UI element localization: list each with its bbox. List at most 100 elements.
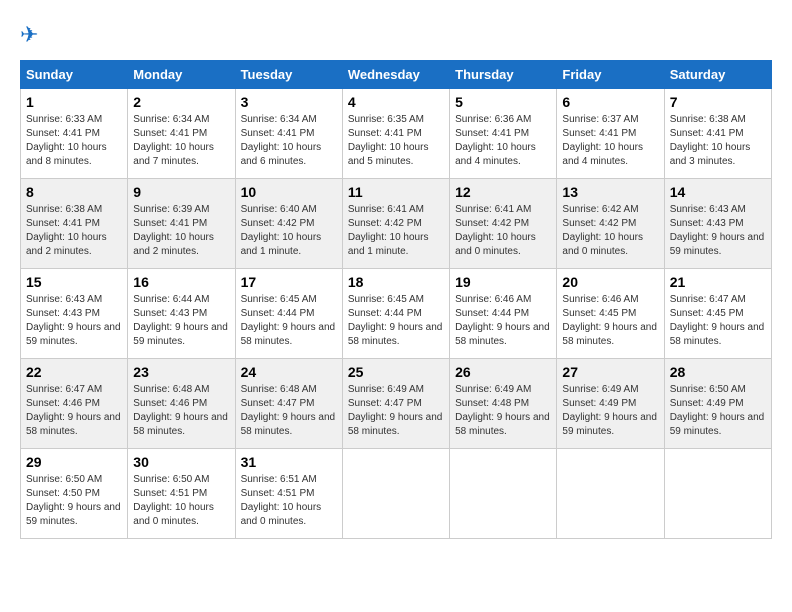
calendar-cell: 22 Sunrise: 6:47 AM Sunset: 4:46 PM Dayl… [21,359,128,449]
calendar-cell: 20 Sunrise: 6:46 AM Sunset: 4:45 PM Dayl… [557,269,664,359]
day-number: 16 [133,274,229,290]
calendar-cell: 30 Sunrise: 6:50 AM Sunset: 4:51 PM Dayl… [128,449,235,539]
day-number: 3 [241,94,337,110]
week-row-2: 8 Sunrise: 6:38 AM Sunset: 4:41 PM Dayli… [21,179,772,269]
calendar-cell: 28 Sunrise: 6:50 AM Sunset: 4:49 PM Dayl… [664,359,771,449]
day-info: Sunrise: 6:35 AM Sunset: 4:41 PM Dayligh… [348,113,444,169]
week-row-3: 15 Sunrise: 6:43 AM Sunset: 4:43 PM Dayl… [21,269,772,359]
day-info: Sunrise: 6:45 AM Sunset: 4:44 PM Dayligh… [241,293,337,349]
logo: ✈ [20,20,54,50]
calendar-cell: 10 Sunrise: 6:40 AM Sunset: 4:42 PM Dayl… [235,179,342,269]
calendar-cell [342,449,449,539]
calendar-cell: 3 Sunrise: 6:34 AM Sunset: 4:41 PM Dayli… [235,89,342,179]
weekday-header-row: SundayMondayTuesdayWednesdayThursdayFrid… [21,61,772,89]
day-info: Sunrise: 6:49 AM Sunset: 4:48 PM Dayligh… [455,383,551,439]
day-info: Sunrise: 6:34 AM Sunset: 4:41 PM Dayligh… [241,113,337,169]
calendar-cell: 13 Sunrise: 6:42 AM Sunset: 4:42 PM Dayl… [557,179,664,269]
day-number: 13 [562,184,658,200]
calendar-cell: 23 Sunrise: 6:48 AM Sunset: 4:46 PM Dayl… [128,359,235,449]
calendar-cell: 17 Sunrise: 6:45 AM Sunset: 4:44 PM Dayl… [235,269,342,359]
day-number: 30 [133,454,229,470]
day-number: 7 [670,94,766,110]
weekday-header-friday: Friday [557,61,664,89]
calendar-cell: 7 Sunrise: 6:38 AM Sunset: 4:41 PM Dayli… [664,89,771,179]
calendar-cell: 27 Sunrise: 6:49 AM Sunset: 4:49 PM Dayl… [557,359,664,449]
weekday-header-wednesday: Wednesday [342,61,449,89]
day-info: Sunrise: 6:48 AM Sunset: 4:46 PM Dayligh… [133,383,229,439]
calendar-cell: 31 Sunrise: 6:51 AM Sunset: 4:51 PM Dayl… [235,449,342,539]
weekday-header-thursday: Thursday [450,61,557,89]
calendar-cell: 26 Sunrise: 6:49 AM Sunset: 4:48 PM Dayl… [450,359,557,449]
weekday-header-tuesday: Tuesday [235,61,342,89]
day-number: 21 [670,274,766,290]
calendar-cell: 24 Sunrise: 6:48 AM Sunset: 4:47 PM Dayl… [235,359,342,449]
day-info: Sunrise: 6:36 AM Sunset: 4:41 PM Dayligh… [455,113,551,169]
day-number: 5 [455,94,551,110]
day-number: 17 [241,274,337,290]
day-info: Sunrise: 6:47 AM Sunset: 4:45 PM Dayligh… [670,293,766,349]
week-row-4: 22 Sunrise: 6:47 AM Sunset: 4:46 PM Dayl… [21,359,772,449]
day-number: 14 [670,184,766,200]
day-number: 29 [26,454,122,470]
day-info: Sunrise: 6:33 AM Sunset: 4:41 PM Dayligh… [26,113,122,169]
calendar-cell: 6 Sunrise: 6:37 AM Sunset: 4:41 PM Dayli… [557,89,664,179]
calendar-cell: 9 Sunrise: 6:39 AM Sunset: 4:41 PM Dayli… [128,179,235,269]
week-row-1: 1 Sunrise: 6:33 AM Sunset: 4:41 PM Dayli… [21,89,772,179]
day-number: 22 [26,364,122,380]
calendar-cell: 15 Sunrise: 6:43 AM Sunset: 4:43 PM Dayl… [21,269,128,359]
day-number: 27 [562,364,658,380]
day-number: 11 [348,184,444,200]
day-number: 18 [348,274,444,290]
calendar-cell: 5 Sunrise: 6:36 AM Sunset: 4:41 PM Dayli… [450,89,557,179]
day-info: Sunrise: 6:49 AM Sunset: 4:47 PM Dayligh… [348,383,444,439]
calendar-cell: 1 Sunrise: 6:33 AM Sunset: 4:41 PM Dayli… [21,89,128,179]
day-info: Sunrise: 6:45 AM Sunset: 4:44 PM Dayligh… [348,293,444,349]
calendar-cell: 21 Sunrise: 6:47 AM Sunset: 4:45 PM Dayl… [664,269,771,359]
logo-icon: ✈ [20,20,50,50]
day-number: 26 [455,364,551,380]
calendar-cell: 19 Sunrise: 6:46 AM Sunset: 4:44 PM Dayl… [450,269,557,359]
day-number: 1 [26,94,122,110]
day-number: 23 [133,364,229,380]
day-info: Sunrise: 6:42 AM Sunset: 4:42 PM Dayligh… [562,203,658,259]
day-info: Sunrise: 6:46 AM Sunset: 4:44 PM Dayligh… [455,293,551,349]
weekday-header-monday: Monday [128,61,235,89]
day-info: Sunrise: 6:50 AM Sunset: 4:51 PM Dayligh… [133,473,229,529]
day-info: Sunrise: 6:40 AM Sunset: 4:42 PM Dayligh… [241,203,337,259]
day-number: 28 [670,364,766,380]
calendar-cell: 12 Sunrise: 6:41 AM Sunset: 4:42 PM Dayl… [450,179,557,269]
day-info: Sunrise: 6:48 AM Sunset: 4:47 PM Dayligh… [241,383,337,439]
day-info: Sunrise: 6:38 AM Sunset: 4:41 PM Dayligh… [670,113,766,169]
day-info: Sunrise: 6:39 AM Sunset: 4:41 PM Dayligh… [133,203,229,259]
calendar-cell: 14 Sunrise: 6:43 AM Sunset: 4:43 PM Dayl… [664,179,771,269]
day-number: 8 [26,184,122,200]
calendar-cell: 25 Sunrise: 6:49 AM Sunset: 4:47 PM Dayl… [342,359,449,449]
calendar-cell: 29 Sunrise: 6:50 AM Sunset: 4:50 PM Dayl… [21,449,128,539]
day-info: Sunrise: 6:34 AM Sunset: 4:41 PM Dayligh… [133,113,229,169]
calendar-cell [664,449,771,539]
day-number: 12 [455,184,551,200]
calendar-cell: 16 Sunrise: 6:44 AM Sunset: 4:43 PM Dayl… [128,269,235,359]
calendar-cell: 2 Sunrise: 6:34 AM Sunset: 4:41 PM Dayli… [128,89,235,179]
day-number: 24 [241,364,337,380]
weekday-header-sunday: Sunday [21,61,128,89]
svg-text:✈: ✈ [20,22,38,47]
day-number: 10 [241,184,337,200]
day-info: Sunrise: 6:43 AM Sunset: 4:43 PM Dayligh… [670,203,766,259]
calendar-cell [557,449,664,539]
day-info: Sunrise: 6:38 AM Sunset: 4:41 PM Dayligh… [26,203,122,259]
calendar-cell: 18 Sunrise: 6:45 AM Sunset: 4:44 PM Dayl… [342,269,449,359]
day-number: 25 [348,364,444,380]
calendar-table: SundayMondayTuesdayWednesdayThursdayFrid… [20,60,772,539]
day-info: Sunrise: 6:51 AM Sunset: 4:51 PM Dayligh… [241,473,337,529]
weekday-header-saturday: Saturday [664,61,771,89]
day-number: 9 [133,184,229,200]
day-info: Sunrise: 6:37 AM Sunset: 4:41 PM Dayligh… [562,113,658,169]
calendar-cell: 11 Sunrise: 6:41 AM Sunset: 4:42 PM Dayl… [342,179,449,269]
week-row-5: 29 Sunrise: 6:50 AM Sunset: 4:50 PM Dayl… [21,449,772,539]
day-info: Sunrise: 6:43 AM Sunset: 4:43 PM Dayligh… [26,293,122,349]
calendar-cell [450,449,557,539]
day-number: 2 [133,94,229,110]
day-info: Sunrise: 6:49 AM Sunset: 4:49 PM Dayligh… [562,383,658,439]
day-number: 31 [241,454,337,470]
